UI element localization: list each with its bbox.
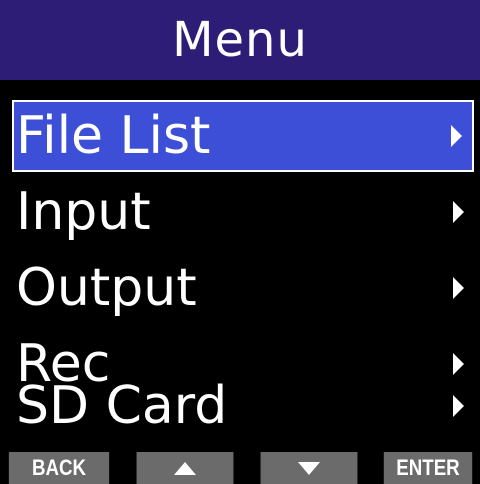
down-arrow-icon [297, 461, 321, 475]
up-button[interactable] [136, 452, 234, 484]
menu-item-label: SD Card [16, 376, 228, 436]
softkey-bar: BACK ENTER [0, 452, 480, 484]
menu-item-input[interactable]: Input [12, 176, 474, 248]
menu-item-sd-card[interactable]: SD Card [12, 370, 474, 442]
page-title: Menu [0, 0, 480, 80]
chevron-right-icon [451, 125, 462, 147]
up-arrow-icon [173, 461, 197, 475]
menu-item-label: File List [16, 106, 211, 166]
device-screen: Menu File List Input Output Rec SD Card … [0, 0, 480, 484]
enter-button[interactable]: ENTER [383, 452, 473, 484]
back-button[interactable]: BACK [8, 452, 110, 484]
menu-item-file-list[interactable]: File List [12, 100, 474, 172]
menu-item-output[interactable]: Output [12, 252, 474, 324]
back-button-label: BACK [31, 455, 87, 480]
down-button[interactable] [260, 452, 358, 484]
chevron-right-icon [453, 201, 464, 223]
page-title-text: Menu [172, 12, 308, 68]
chevron-right-icon [453, 277, 464, 299]
menu-item-label: Output [16, 258, 197, 318]
menu-list: File List Input Output Rec SD Card [0, 80, 480, 444]
enter-button-label: ENTER [396, 455, 460, 480]
menu-item-label: Input [16, 182, 151, 242]
chevron-right-icon [453, 395, 464, 417]
